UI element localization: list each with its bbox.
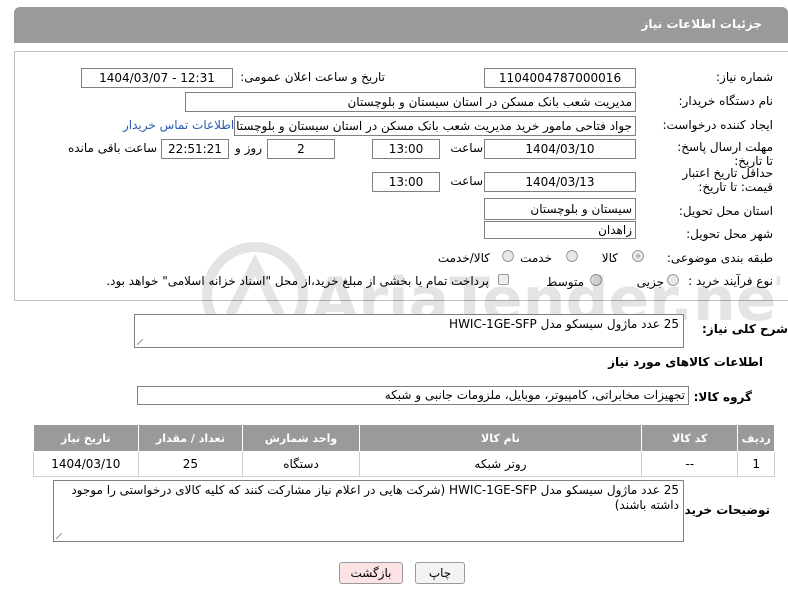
cell-code: --	[641, 451, 739, 477]
category-radio-goods-service[interactable]	[502, 250, 514, 262]
buyer-org-label: نام دستگاه خریدار:	[678, 94, 774, 108]
remaining-time-label: ساعت باقی مانده	[67, 141, 157, 155]
category-radio-goods[interactable]	[632, 250, 644, 262]
goods-table: ردیف کد کالا نام کالا واحد شمارش تعداد /…	[33, 424, 775, 477]
description-field: 25 عدد ماژول سیسکو مدل HWIC-1GE-SFP	[134, 314, 684, 348]
reply-time-label: ساعت	[450, 141, 483, 155]
col-name: نام کالا	[358, 424, 643, 452]
process-label: نوع فرآیند خرید :	[688, 274, 773, 288]
category-label: طبقه بندی موضوعی:	[666, 251, 773, 265]
process-option-minor: جزیی	[636, 275, 664, 289]
province-field: سیستان و بلوچستان	[484, 198, 636, 220]
requester-label: ایجاد کننده درخواست:	[662, 118, 773, 132]
process-radio-medium[interactable]	[590, 274, 602, 286]
table-row: 1 -- روتر شبکه دستگاه 25 1404/03/10	[33, 451, 775, 477]
requester-field: جواد فتاحی مامور خرید مدیریت شعب بانک مس…	[234, 116, 636, 136]
need-info-panel: شماره نیاز: 1104004787000016 تاریخ و ساع…	[14, 51, 788, 301]
col-code: کد کالا	[641, 424, 739, 452]
process-option-medium: متوسط	[546, 275, 584, 289]
days-label: روز و	[235, 141, 262, 155]
need-number-label: شماره نیاز:	[716, 70, 773, 84]
goods-table-header: ردیف کد کالا نام کالا واحد شمارش تعداد /…	[33, 424, 775, 452]
treasury-payment-note: پرداخت تمام یا بخشی از مبلغ خرید،از محل …	[106, 274, 489, 288]
reply-date-field: 1404/03/10	[484, 139, 636, 159]
city-label: شهر محل تحویل:	[686, 227, 773, 241]
goods-group-field: تجهیزات مخابراتی، کامپیوتر، موبایل، ملزو…	[137, 386, 689, 405]
reply-deadline-label: مهلت ارسال پاسخ: تا تاریخ:	[677, 140, 773, 168]
page-title: جزئیات اطلاعات نیاز	[641, 17, 762, 31]
announce-field: 1404/03/07 - 12:31	[81, 68, 233, 88]
cell-date: 1404/03/10	[33, 451, 139, 477]
category-option-goods-service: کالا/خدمت	[437, 251, 490, 265]
category-option-service: خدمت	[520, 251, 552, 265]
print-button[interactable]: چاپ	[415, 562, 465, 584]
price-date-field: 1404/03/13	[484, 172, 636, 192]
province-label: استان محل تحویل:	[678, 204, 773, 218]
treasury-payment-checkbox[interactable]	[498, 274, 509, 285]
page-header: جزئیات اطلاعات نیاز	[14, 7, 788, 43]
col-unit: واحد شمارش	[242, 424, 360, 452]
cell-row: 1	[737, 451, 775, 477]
back-button[interactable]: بازگشت	[339, 562, 403, 584]
buyer-notes-field: 25 عدد ماژول سیسکو مدل HWIC-1GE-SFP (شرک…	[53, 480, 684, 542]
col-row: ردیف	[737, 424, 775, 452]
city-field: زاهدان	[484, 221, 636, 239]
category-option-goods: کالا	[601, 251, 618, 265]
price-validity-label: حداقل تاریخ اعتبار قیمت: تا تاریخ:	[682, 166, 773, 194]
buyer-contact-link[interactable]: اطلاعات تماس خریدار	[123, 118, 234, 132]
cell-unit: دستگاه	[242, 451, 360, 477]
category-radio-service[interactable]	[566, 250, 578, 262]
cell-qty: 25	[137, 451, 244, 477]
col-qty: تعداد / مقدار	[137, 424, 244, 452]
reply-time-field: 13:00	[372, 139, 440, 159]
col-date: تاریخ نیاز	[33, 424, 139, 452]
days-remaining-field: 2	[267, 139, 335, 159]
description-label: شرح کلی نیاز:	[702, 322, 788, 336]
announce-label: تاریخ و ساعت اعلان عمومی:	[240, 70, 385, 84]
remaining-time-field: 22:51:21	[161, 139, 229, 159]
goods-section-title: اطلاعات کالاهای مورد نیاز	[608, 355, 763, 369]
process-radio-minor[interactable]	[667, 274, 679, 286]
cell-name: روتر شبکه	[358, 451, 643, 477]
price-time-field: 13:00	[372, 172, 440, 192]
price-time-label: ساعت	[450, 174, 483, 188]
buyer-org-field: مدیریت شعب بانک مسکن در استان سیستان و ب…	[185, 92, 636, 112]
need-number-field: 1104004787000016	[484, 68, 636, 88]
goods-group-label: گروه کالا:	[693, 390, 752, 404]
